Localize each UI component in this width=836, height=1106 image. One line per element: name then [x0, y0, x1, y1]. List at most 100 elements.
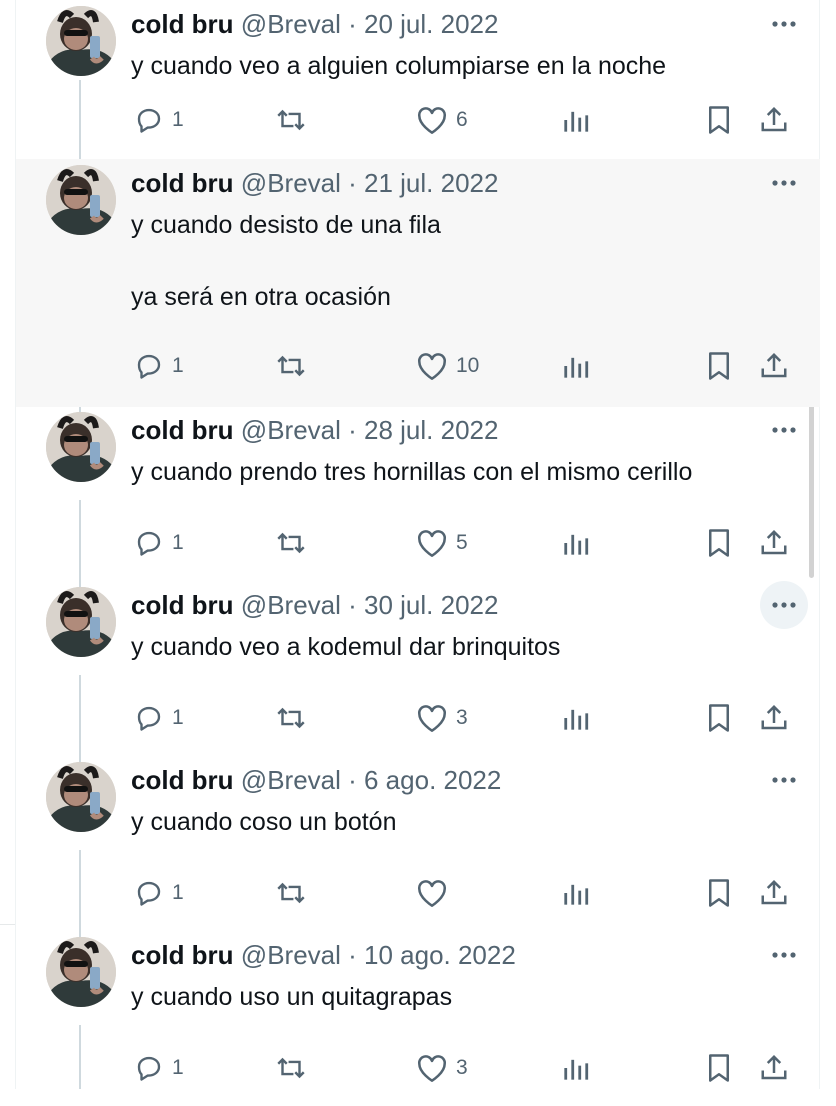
retweet-button[interactable]	[274, 523, 316, 563]
likes-count: 10	[456, 354, 480, 377]
display-name[interactable]: cold bru	[131, 415, 234, 445]
more-options-button[interactable]	[760, 581, 808, 629]
reply-icon	[134, 528, 164, 558]
replies-count: 1	[172, 1056, 184, 1079]
avatar[interactable]	[46, 762, 116, 832]
user-handle[interactable]: @Breval	[241, 9, 341, 39]
share-button[interactable]	[759, 100, 789, 140]
like-button[interactable]: 3	[416, 698, 468, 738]
likes-count: 3	[456, 706, 468, 729]
share-button[interactable]	[759, 1048, 789, 1088]
user-handle[interactable]: @Breval	[241, 168, 341, 198]
share-button[interactable]	[759, 346, 789, 386]
tweet[interactable]: cold bru @Breval · 28 jul. 2022 y cuando …	[16, 406, 820, 581]
retweet-icon	[274, 703, 308, 733]
replies-count: 1	[172, 706, 184, 729]
avatar[interactable]	[46, 937, 116, 1007]
avatar[interactable]	[46, 6, 116, 76]
more-options-button[interactable]	[766, 939, 802, 971]
more-options-button[interactable]	[766, 8, 802, 40]
avatar[interactable]	[46, 412, 116, 482]
display-name[interactable]: cold bru	[131, 590, 234, 620]
avatar[interactable]	[46, 165, 116, 235]
reply-button[interactable]: 1	[134, 873, 184, 913]
retweet-icon	[274, 528, 308, 558]
timestamp[interactable]: 28 jul. 2022	[364, 415, 498, 445]
like-button[interactable]: 3	[416, 1048, 468, 1088]
timestamp[interactable]: 30 jul. 2022	[364, 590, 498, 620]
reply-button[interactable]: 1	[134, 1048, 184, 1088]
tweet[interactable]: cold bru @Breval · 30 jul. 2022 y cuando …	[16, 581, 820, 756]
bookmark-button[interactable]	[706, 523, 732, 563]
tweet-text: y cuando veo a alguien columpiarse en la…	[131, 52, 667, 80]
user-handle[interactable]: @Breval	[241, 765, 341, 795]
tweet-header: cold bru @Breval · 28 jul. 2022	[131, 414, 498, 446]
display-name[interactable]: cold bru	[131, 765, 234, 795]
tweet[interactable]: cold bru @Breval · 6 ago. 2022 y cuando c…	[16, 756, 820, 931]
like-button[interactable]: 6	[416, 100, 468, 140]
tweet[interactable]: cold bru @Breval · 10 ago. 2022 y cuando …	[16, 931, 820, 1106]
tweet-header: cold bru @Breval · 30 jul. 2022	[131, 589, 498, 621]
more-options-button[interactable]	[766, 167, 802, 199]
retweet-button[interactable]	[274, 100, 316, 140]
like-button[interactable]	[416, 873, 456, 913]
display-name[interactable]: cold bru	[131, 168, 234, 198]
more-options-button[interactable]	[766, 764, 802, 796]
views-button[interactable]	[562, 1048, 590, 1088]
heart-icon	[416, 1053, 448, 1083]
user-handle[interactable]: @Breval	[241, 940, 341, 970]
timestamp[interactable]: 6 ago. 2022	[364, 765, 501, 795]
reply-icon	[134, 703, 164, 733]
retweet-button[interactable]	[274, 346, 316, 386]
views-button[interactable]	[562, 698, 590, 738]
bookmark-icon	[706, 878, 732, 908]
views-icon	[562, 879, 590, 907]
retweet-button[interactable]	[274, 873, 316, 913]
bookmark-button[interactable]	[706, 346, 732, 386]
views-icon	[562, 352, 590, 380]
like-button[interactable]: 10	[416, 346, 479, 386]
bookmark-icon	[706, 1053, 732, 1083]
heart-icon	[416, 105, 448, 135]
timestamp[interactable]: 21 jul. 2022	[364, 168, 498, 198]
views-button[interactable]	[562, 873, 590, 913]
timestamp[interactable]: 20 jul. 2022	[364, 9, 498, 39]
views-icon	[562, 106, 590, 134]
avatar[interactable]	[46, 587, 116, 657]
timestamp[interactable]: 10 ago. 2022	[364, 940, 516, 970]
likes-count: 3	[456, 1056, 468, 1079]
tweet-header: cold bru @Breval · 21 jul. 2022	[131, 167, 498, 199]
tweet[interactable]: cold bru @Breval · 20 jul. 2022 y cuando …	[16, 0, 820, 175]
user-handle[interactable]: @Breval	[241, 415, 341, 445]
share-button[interactable]	[759, 873, 789, 913]
retweet-button[interactable]	[274, 698, 316, 738]
user-handle[interactable]: @Breval	[241, 590, 341, 620]
tweet-actions: 13	[16, 1048, 820, 1088]
reply-button[interactable]: 1	[134, 346, 184, 386]
reply-button[interactable]: 1	[134, 698, 184, 738]
bookmark-icon	[706, 351, 732, 381]
bookmark-button[interactable]	[706, 100, 732, 140]
likes-count: 6	[456, 108, 468, 131]
display-name[interactable]: cold bru	[131, 9, 234, 39]
bookmark-button[interactable]	[706, 873, 732, 913]
share-icon	[759, 105, 789, 135]
retweet-button[interactable]	[274, 1048, 316, 1088]
display-name[interactable]: cold bru	[131, 940, 234, 970]
more-icon	[771, 771, 797, 789]
like-button[interactable]: 5	[416, 523, 468, 563]
reply-button[interactable]: 1	[134, 523, 184, 563]
share-button[interactable]	[759, 698, 789, 738]
bookmark-button[interactable]	[706, 1048, 732, 1088]
more-options-button[interactable]	[766, 414, 802, 446]
reply-button[interactable]: 1	[134, 100, 184, 140]
views-button[interactable]	[562, 100, 590, 140]
views-button[interactable]	[562, 523, 590, 563]
bookmark-button[interactable]	[706, 698, 732, 738]
replies-count: 1	[172, 354, 184, 377]
tweet[interactable]: cold bru @Breval · 21 jul. 2022 y cuando …	[16, 159, 820, 407]
likes-count: 5	[456, 531, 468, 554]
heart-icon	[416, 528, 448, 558]
views-button[interactable]	[562, 346, 590, 386]
share-button[interactable]	[759, 523, 789, 563]
